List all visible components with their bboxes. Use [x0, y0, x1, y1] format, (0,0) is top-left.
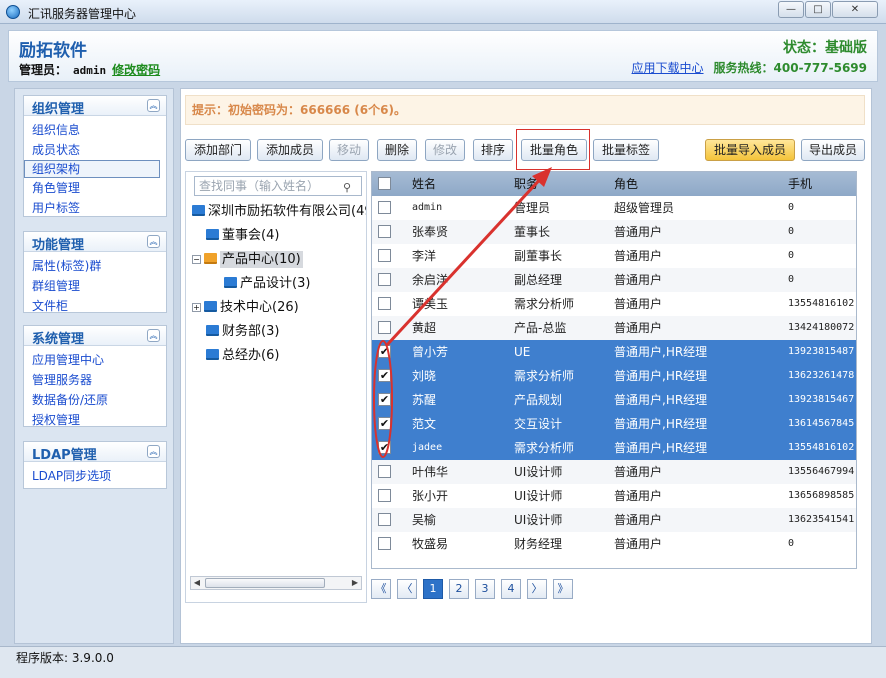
- version-label: 程序版本: 3.9.0.0: [16, 651, 114, 665]
- selection-ellipse: [373, 340, 393, 458]
- arrow-annotation-icon: [373, 167, 552, 458]
- status-bar: 程序版本: 3.9.0.0: [0, 646, 886, 678]
- arrow-line: [385, 173, 546, 347]
